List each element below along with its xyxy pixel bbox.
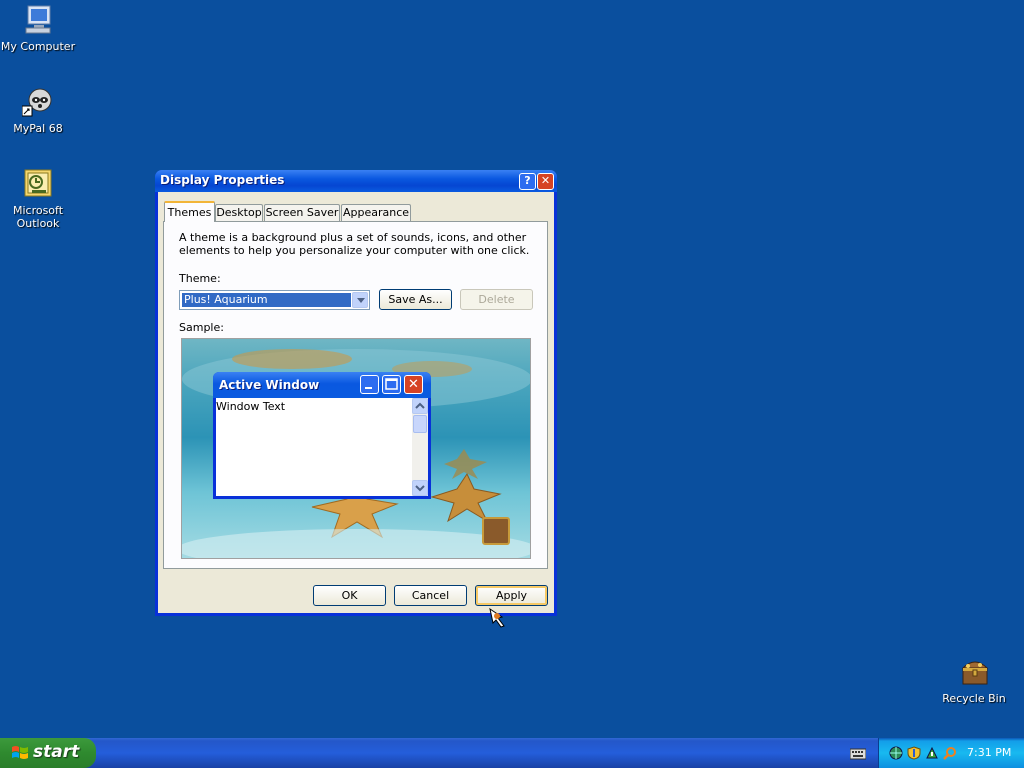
mypal-label: MyPal 68 bbox=[13, 122, 63, 135]
sample-window-title: Active Window bbox=[219, 378, 320, 392]
tab-desktop[interactable]: Desktop bbox=[215, 204, 263, 221]
my-computer-icon bbox=[22, 4, 54, 36]
keyboard-icon[interactable] bbox=[850, 748, 866, 760]
save-as-button[interactable]: Save As... bbox=[379, 289, 452, 310]
my-computer-label: My Computer bbox=[0, 40, 76, 53]
tab-themes[interactable]: Themes bbox=[164, 201, 215, 222]
dialog-client: Themes Desktop Screen Saver Appearance A… bbox=[158, 192, 554, 613]
sample-window-text: Window Text bbox=[216, 400, 286, 413]
sample-active-window: Active Window ✕ Window Text bbox=[213, 372, 431, 499]
security-shield-icon[interactable] bbox=[907, 746, 921, 760]
tab-appearance[interactable]: Appearance bbox=[341, 204, 411, 221]
scrollbar-thumb bbox=[413, 415, 427, 433]
start-button[interactable]: start bbox=[0, 738, 96, 768]
chevron-down-icon[interactable] bbox=[352, 292, 368, 308]
mouse-cursor-icon bbox=[489, 607, 505, 628]
desktop-icon-outlook[interactable]: Microsoft Outlook bbox=[0, 168, 78, 230]
chevron-up-icon bbox=[412, 398, 428, 414]
sample-window-titlebar: Active Window ✕ bbox=[213, 372, 431, 398]
taskbar: start 7:31 PM bbox=[0, 738, 1024, 768]
themes-description: A theme is a background plus a set of so… bbox=[179, 231, 530, 257]
recycle-bin-label: Recycle Bin bbox=[942, 692, 1006, 705]
desktop-icon-recycle-bin[interactable]: Recycle Bin bbox=[934, 656, 1014, 705]
close-button[interactable]: ✕ bbox=[537, 173, 554, 190]
sample-window-body: Window Text bbox=[216, 398, 428, 496]
ok-button[interactable]: OK bbox=[313, 585, 386, 606]
outlook-label: Microsoft Outlook bbox=[12, 204, 64, 230]
maximize-icon bbox=[382, 375, 401, 394]
sample-scrollbar bbox=[412, 398, 428, 496]
sample-label: Sample: bbox=[179, 321, 224, 334]
chevron-down-icon bbox=[412, 480, 428, 496]
desktop-icon-my-computer[interactable]: My Computer bbox=[0, 4, 78, 53]
clock[interactable]: 7:31 PM bbox=[967, 746, 1011, 759]
close-icon: ✕ bbox=[404, 375, 423, 394]
minimize-icon bbox=[360, 375, 379, 394]
cancel-button[interactable]: Cancel bbox=[394, 585, 467, 606]
desktop-icon-mypal[interactable]: MyPal 68 bbox=[0, 86, 78, 135]
search-icon[interactable] bbox=[943, 746, 957, 760]
update-icon[interactable] bbox=[925, 746, 939, 760]
tab-screen-saver[interactable]: Screen Saver bbox=[264, 204, 340, 221]
apply-button[interactable]: Apply bbox=[475, 585, 548, 606]
display-properties-dialog: Display Properties ? ✕ Themes Desktop Sc… bbox=[155, 170, 557, 616]
help-button[interactable]: ? bbox=[519, 173, 536, 190]
theme-label: Theme: bbox=[179, 272, 221, 285]
system-tray: 7:31 PM bbox=[878, 738, 1024, 768]
start-label: start bbox=[33, 742, 80, 762]
treasure-chest-icon bbox=[482, 517, 510, 545]
dialog-titlebar[interactable]: Display Properties ? ✕ bbox=[155, 170, 557, 192]
treasure-chest-icon bbox=[958, 656, 990, 688]
theme-select[interactable]: Plus! Aquarium bbox=[179, 290, 370, 310]
raccoon-icon bbox=[21, 86, 54, 118]
themes-panel: A theme is a background plus a set of so… bbox=[163, 221, 548, 569]
dialog-title: Display Properties bbox=[160, 173, 285, 187]
delete-button[interactable]: Delete bbox=[460, 289, 533, 310]
network-globe-icon[interactable] bbox=[889, 746, 903, 760]
theme-sample-preview: Active Window ✕ Window Text bbox=[181, 338, 531, 559]
windows-logo-icon bbox=[12, 746, 28, 759]
close-icon: ✕ bbox=[540, 174, 551, 187]
theme-select-value: Plus! Aquarium bbox=[182, 293, 351, 307]
outlook-icon bbox=[22, 168, 54, 200]
